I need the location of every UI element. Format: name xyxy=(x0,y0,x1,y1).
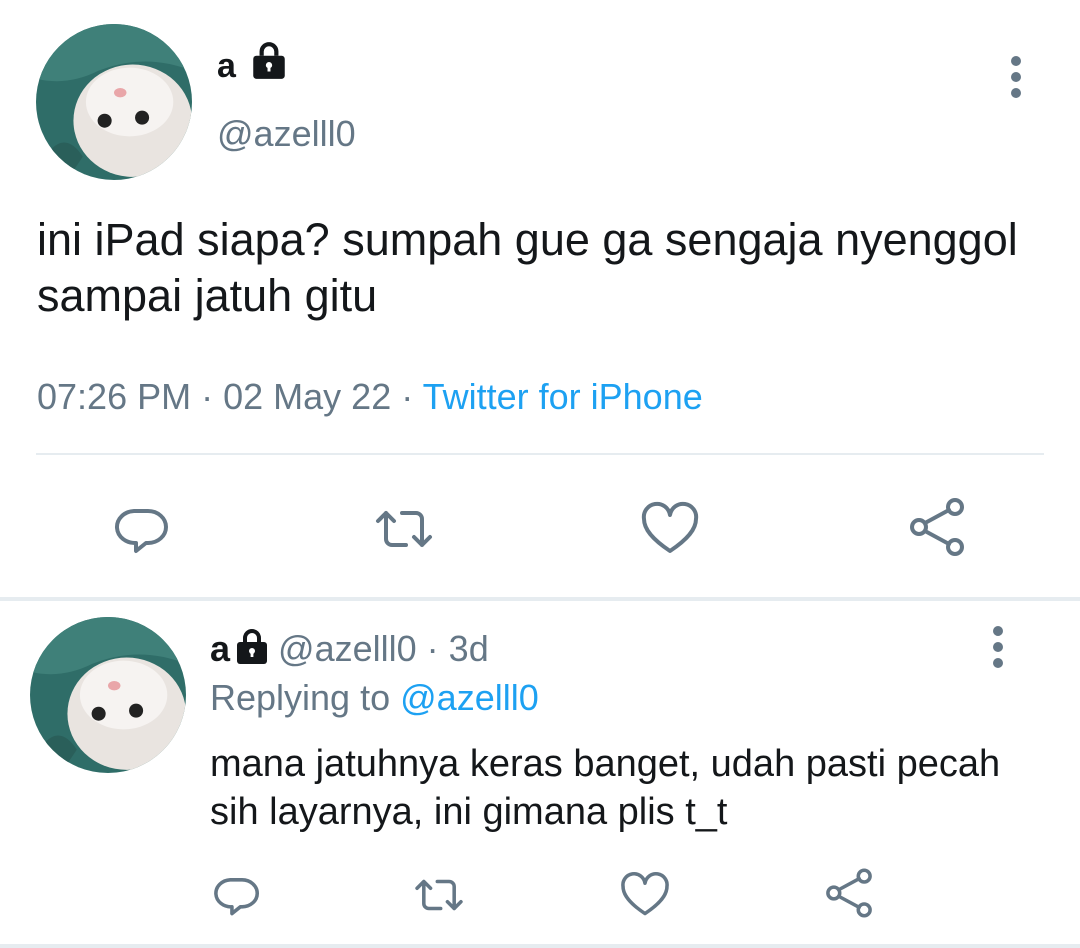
retweet-icon xyxy=(376,511,432,547)
share-button[interactable] xyxy=(822,866,876,920)
separator: · xyxy=(201,376,214,417)
reply-button[interactable] xyxy=(210,868,264,922)
lock-icon xyxy=(248,40,290,82)
share-icon xyxy=(910,498,964,556)
retweet-button[interactable] xyxy=(412,868,466,922)
tweet-time: 07:26 PM xyxy=(37,376,192,417)
like-button[interactable] xyxy=(638,497,702,561)
reply-icon xyxy=(114,509,168,553)
handle[interactable]: @azelll0 xyxy=(278,628,417,669)
lock-icon xyxy=(232,627,272,667)
avatar-image xyxy=(30,617,186,773)
avatar[interactable] xyxy=(36,24,192,180)
tweet-date: 02 May 22 xyxy=(223,376,392,417)
share-icon xyxy=(826,868,872,918)
avatar-image xyxy=(36,24,192,180)
replying-to: Replying to @azelll0 xyxy=(210,674,539,722)
tweet-metadata: 07:26 PM · 02 May 22 · Twitter for iPhon… xyxy=(37,373,703,421)
reply-header: a @azelll0 · 3d xyxy=(210,627,489,671)
display-name[interactable]: a xyxy=(210,628,230,669)
divider xyxy=(36,453,1044,455)
reply-button[interactable] xyxy=(110,497,174,561)
divider xyxy=(0,597,1080,601)
tweet-source-link[interactable]: Twitter for iPhone xyxy=(423,376,703,417)
share-button[interactable] xyxy=(905,495,969,559)
heart-icon xyxy=(641,501,699,553)
heart-icon xyxy=(621,872,669,916)
avatar[interactable] xyxy=(30,617,186,773)
divider xyxy=(0,944,1080,948)
replying-label: Replying to xyxy=(210,677,391,718)
tweet-text: mana jatuhnya keras banget, udah pasti p… xyxy=(210,743,1001,833)
retweet-button[interactable] xyxy=(372,497,436,561)
display-name[interactable]: a xyxy=(217,46,236,86)
more-vertical-icon[interactable] xyxy=(982,625,1014,669)
separator: · xyxy=(401,376,414,417)
separator: · xyxy=(426,628,439,669)
handle[interactable]: @azelll0 xyxy=(217,112,356,156)
tweet-age: 3d xyxy=(448,628,489,669)
more-vertical-icon[interactable] xyxy=(1000,55,1032,99)
retweet-icon xyxy=(415,879,463,911)
tweet-text: ini iPad siapa? sumpah gue ga sengaja ny… xyxy=(37,214,1018,321)
like-button[interactable] xyxy=(618,868,672,922)
reply-icon xyxy=(214,878,259,916)
mention-link[interactable]: @azelll0 xyxy=(400,677,539,718)
